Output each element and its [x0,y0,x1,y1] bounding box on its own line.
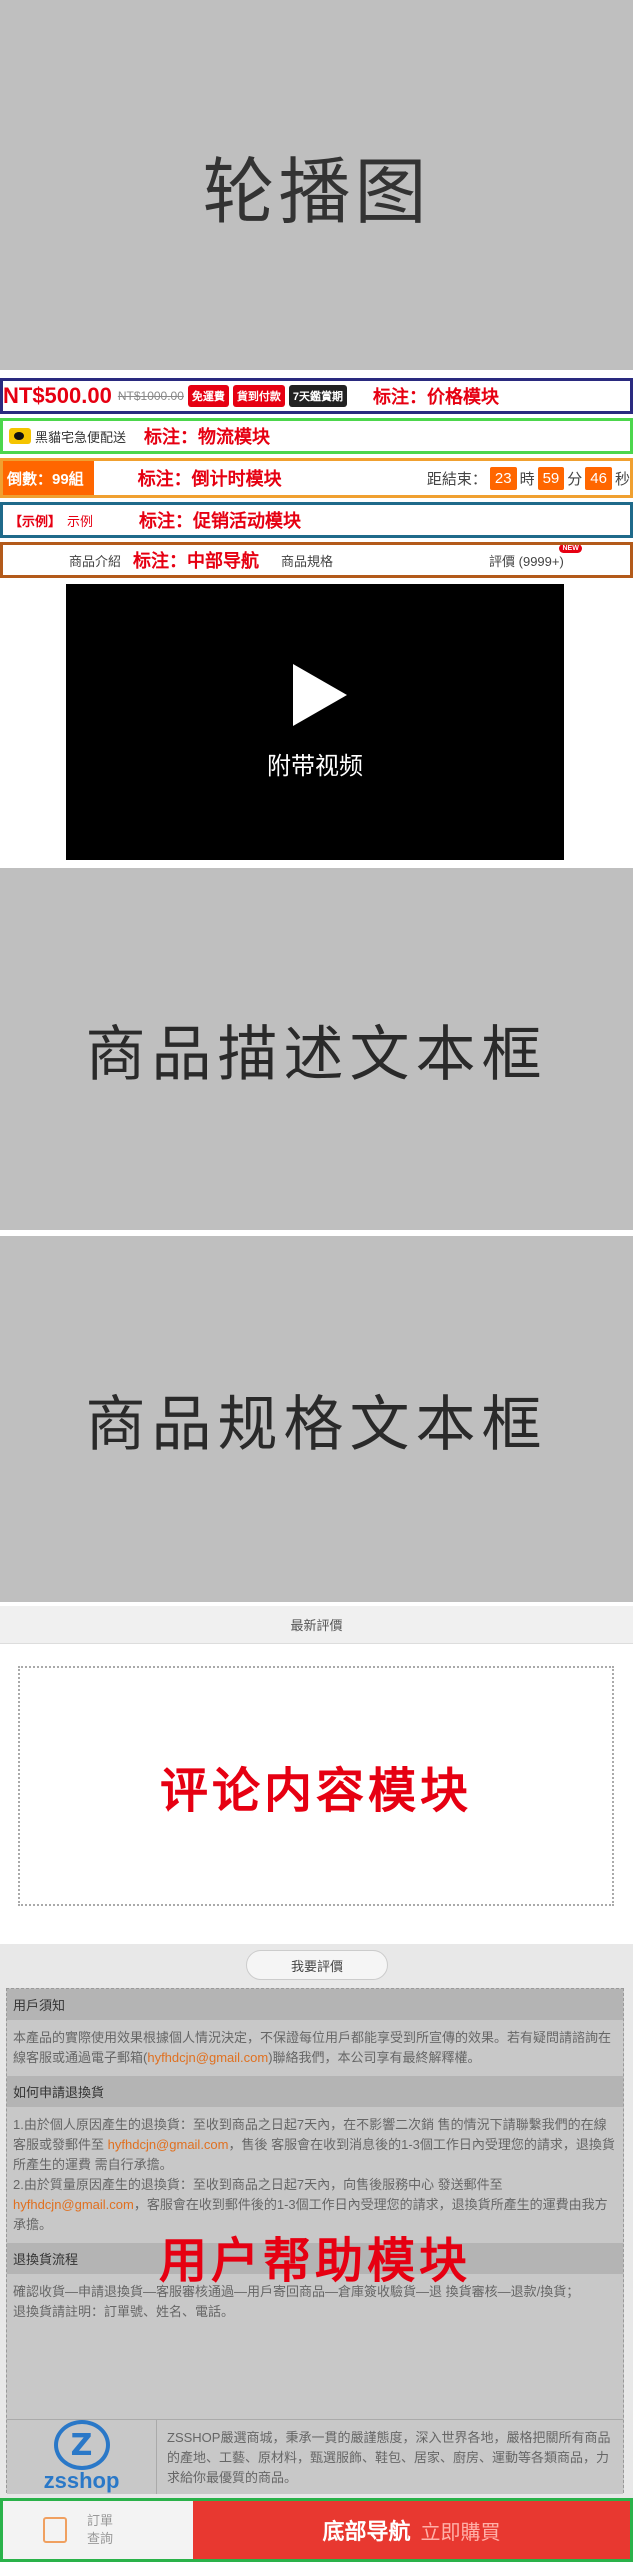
order-query-label: 訂單查詢 [87,2513,114,2546]
countdown-minutes: 59 [537,466,565,490]
trial-period-tag: 7天鑑賞期 [288,385,348,407]
help-section: 我要評價 用戶須知 本產品的實際使用效果根據個人情況決定，不保證每位用戶都能享受… [0,1944,633,2500]
user-notice-body: 本產品的實際使用效果根據個人情況決定，不保證每位用戶都能享受到所宣傳的效果。若有… [7,2020,623,2076]
spec-box: 商品规格文本框 [0,1236,633,1602]
brand-info: Z zsshop ZSSHOP嚴選商城，秉承一貫的嚴謹態度，深入世界各地，嚴格把… [7,2419,623,2494]
carousel-banner[interactable]: 轮播图 [0,0,633,370]
bottom-nav: 訂單查詢 底部导航 立即購買 [0,2498,633,2562]
spec-label: 商品规格文本框 [85,1389,548,1460]
email-link[interactable]: hyfhdcjn@gmail.com [13,2197,134,2212]
logistics-annotation: 标注：物流模块 [144,427,271,448]
reviews-header: 最新評價 [0,1606,633,1644]
tab-reviews[interactable]: 評價 (9999+) NEW [489,545,582,570]
logo-text: zsshop [43,2468,120,2493]
price-annotation: 标注：价格模块 [373,387,500,408]
help-content: 用戶須知 本產品的實際使用效果根據個人情況決定，不保證每位用戶都能享受到所宣傳的… [6,1988,624,2494]
countdown-label: 距結束： [426,470,487,488]
reviews-content: 评论内容模块 [18,1666,614,1906]
brand-description: ZSSHOP嚴選商城，秉承一貫的嚴謹態度，深入世界各地，嚴格把關所有商品的產地、… [167,2430,611,2485]
return-howto-title: 如何申請退換貨 [7,2076,623,2107]
reviews-annotation: 评论内容模块 [159,1763,472,1819]
logistics-text: 黑貓宅急便配送 [35,429,127,445]
countdown-timer: 距結束： 23 時 59 分 46 秒 [426,466,630,490]
order-icon [43,2517,67,2543]
seconds-unit: 秒 [614,470,630,488]
buy-now-button[interactable]: 底部导航 立即購買 [193,2501,630,2559]
cod-tag: 貨到付款 [232,385,285,407]
black-cat-icon [9,428,31,444]
nav-annotation: 标注：中部导航 [133,551,260,572]
logo-z-icon: Z [53,2420,110,2470]
help-annotation: 用户帮助模块 [158,2233,471,2289]
hours-unit: 時 [519,470,535,488]
play-icon[interactable] [293,663,347,726]
free-shipping-tag: 免運費 [187,385,229,407]
countdown-seconds: 46 [585,466,612,490]
current-price: NT$500.00 [3,383,112,408]
brand-logo: Z zsshop [7,2420,157,2494]
return-rule-1-text-b: ，售後 客服會在收到消息後的1-3個工作日內受理您的請求，退換貨所產生的運費 需… [13,2137,615,2172]
product-video[interactable]: 附带视频 [66,584,564,860]
write-review-button[interactable]: 我要評價 [246,1950,388,1980]
tab-product-intro[interactable]: 商品介紹 [69,551,121,570]
buy-now-label: 立即購買 [420,2521,501,2544]
promo-module[interactable]: 【示例】 示例 标注：促销活动模块 [0,502,633,538]
original-price: NT$1000.00 [117,389,184,403]
user-notice-title: 用戶須知 [7,1989,623,2020]
tab-product-spec[interactable]: 商品規格 [281,551,333,570]
user-notice-text-b: )聯絡我們，本公司享有最終解釋權。 [268,2050,481,2065]
return-rule-2-text: 2.由於質量原因產生的退換貨：至收到商品之日起7天內，向售後服務中心 發送郵件至 [13,2177,503,2192]
return-process-note: 退換貨請註明：訂單號、姓名、電話。 [13,2304,235,2319]
help-annotation-wrap: 用户帮助模块 [7,2221,623,2291]
promo-tag: 【示例】 [9,513,62,529]
promo-text: 示例 [67,513,94,529]
logistics-module: 黑貓宅急便配送 标注：物流模块 [0,418,633,454]
description-label: 商品描述文本框 [85,1019,548,1090]
countdown-hours: 23 [489,466,517,490]
minutes-unit: 分 [567,470,583,488]
video-label: 附带视频 [267,751,363,780]
order-query-button[interactable]: 訂單查詢 [3,2501,193,2559]
tab-reviews-label: 評價 (9999+) [489,553,564,569]
bottom-nav-annotation: 底部导航 [322,2520,411,2545]
carousel-label: 轮播图 [202,149,431,234]
return-rule-1: 1.由於個人原因產生的退換貨：至收到商品之日起7天內，在不影響二次銷 售的情況下… [13,2115,617,2175]
middle-nav: 商品介紹 标注：中部导航 商品規格 評價 (9999+) NEW [0,542,633,578]
price-module: NT$500.00 NT$1000.00 免運費 貨到付款 7天鑑賞期 标注：价… [0,378,633,414]
countdown-annotation: 标注：倒计时模块 [137,469,282,490]
email-link[interactable]: hyfhdcjn@gmail.com [108,2137,229,2152]
new-badge: NEW [559,545,582,553]
stock-count: 倒數：99組 [3,461,94,495]
email-link[interactable]: hyfhdcjn@gmail.com [147,2050,268,2065]
countdown-module: 倒數：99組 标注：倒计时模块 距結束： 23 時 59 分 46 秒 [0,458,633,498]
promo-annotation: 标注：促销活动模块 [139,511,302,532]
description-box: 商品描述文本框 [0,868,633,1230]
